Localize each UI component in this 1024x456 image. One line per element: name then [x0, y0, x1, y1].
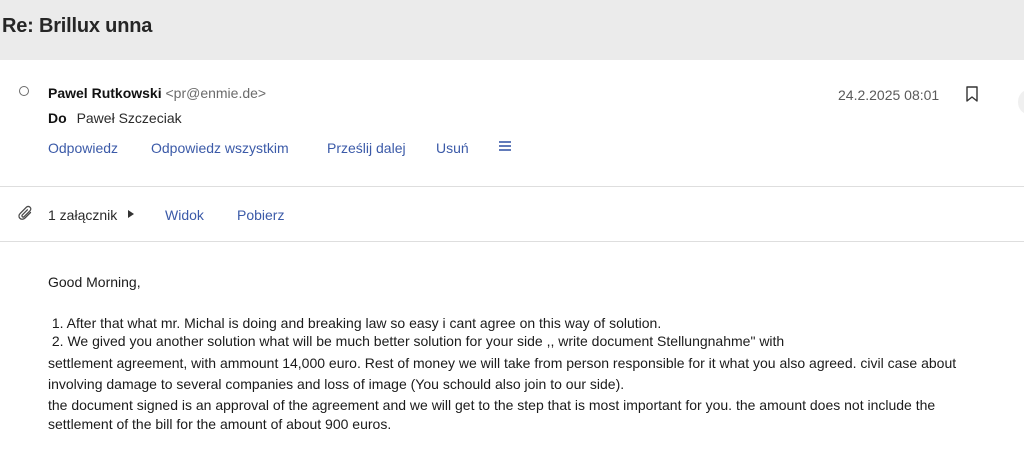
reply-button[interactable]: Odpowiedz	[48, 140, 118, 156]
sender-name[interactable]: Pawel Rutkowski	[48, 85, 162, 101]
forward-button[interactable]: Prześlij dalej	[327, 140, 406, 156]
to-label: Do	[48, 110, 67, 126]
body-paragraph-line: settlement agreement, with ammount 14,00…	[48, 355, 957, 371]
bookmark-icon[interactable]	[965, 86, 979, 102]
avatar[interactable]	[1018, 90, 1024, 114]
body-greeting: Good Morning,	[48, 274, 141, 290]
attachment-count[interactable]: 1 załącznik	[48, 207, 117, 223]
sender-line: Pawel Rutkowski <pr@enmie.de>	[48, 85, 266, 101]
subject-bar: Re: Brillux unna	[0, 0, 1024, 60]
recipient-name[interactable]: Paweł Szczeciak	[77, 110, 182, 126]
header-divider	[0, 186, 1024, 187]
sender-email[interactable]: <pr@enmie.de>	[165, 85, 266, 101]
reply-all-button[interactable]: Odpowiedz wszystkim	[151, 140, 289, 156]
recipient-line: Do Paweł Szczeciak	[48, 110, 182, 126]
menu-icon[interactable]	[498, 139, 512, 153]
attachment-divider	[0, 241, 1024, 242]
body-paragraph-line: the document signed is an approval of th…	[48, 397, 936, 413]
body-paragraph-line: involving damage to several companies an…	[48, 376, 625, 392]
body-paragraph-line: settlement of the bill for the amount of…	[48, 416, 392, 432]
email-date: 24.2.2025 08:01	[838, 87, 940, 103]
view-attachment-link[interactable]: Widok	[165, 207, 204, 223]
body-list-item-1: 1. After that what mr. Michal is doing a…	[48, 315, 662, 331]
expand-attachments-icon[interactable]	[128, 210, 134, 218]
select-radio[interactable]	[19, 86, 29, 96]
download-attachment-link[interactable]: Pobierz	[237, 207, 284, 223]
delete-button[interactable]: Usuń	[436, 140, 469, 156]
paperclip-icon	[18, 205, 32, 220]
body-list-item-2: 2. We gived you another solution what wi…	[48, 333, 785, 349]
email-subject: Re: Brillux unna	[2, 15, 153, 37]
